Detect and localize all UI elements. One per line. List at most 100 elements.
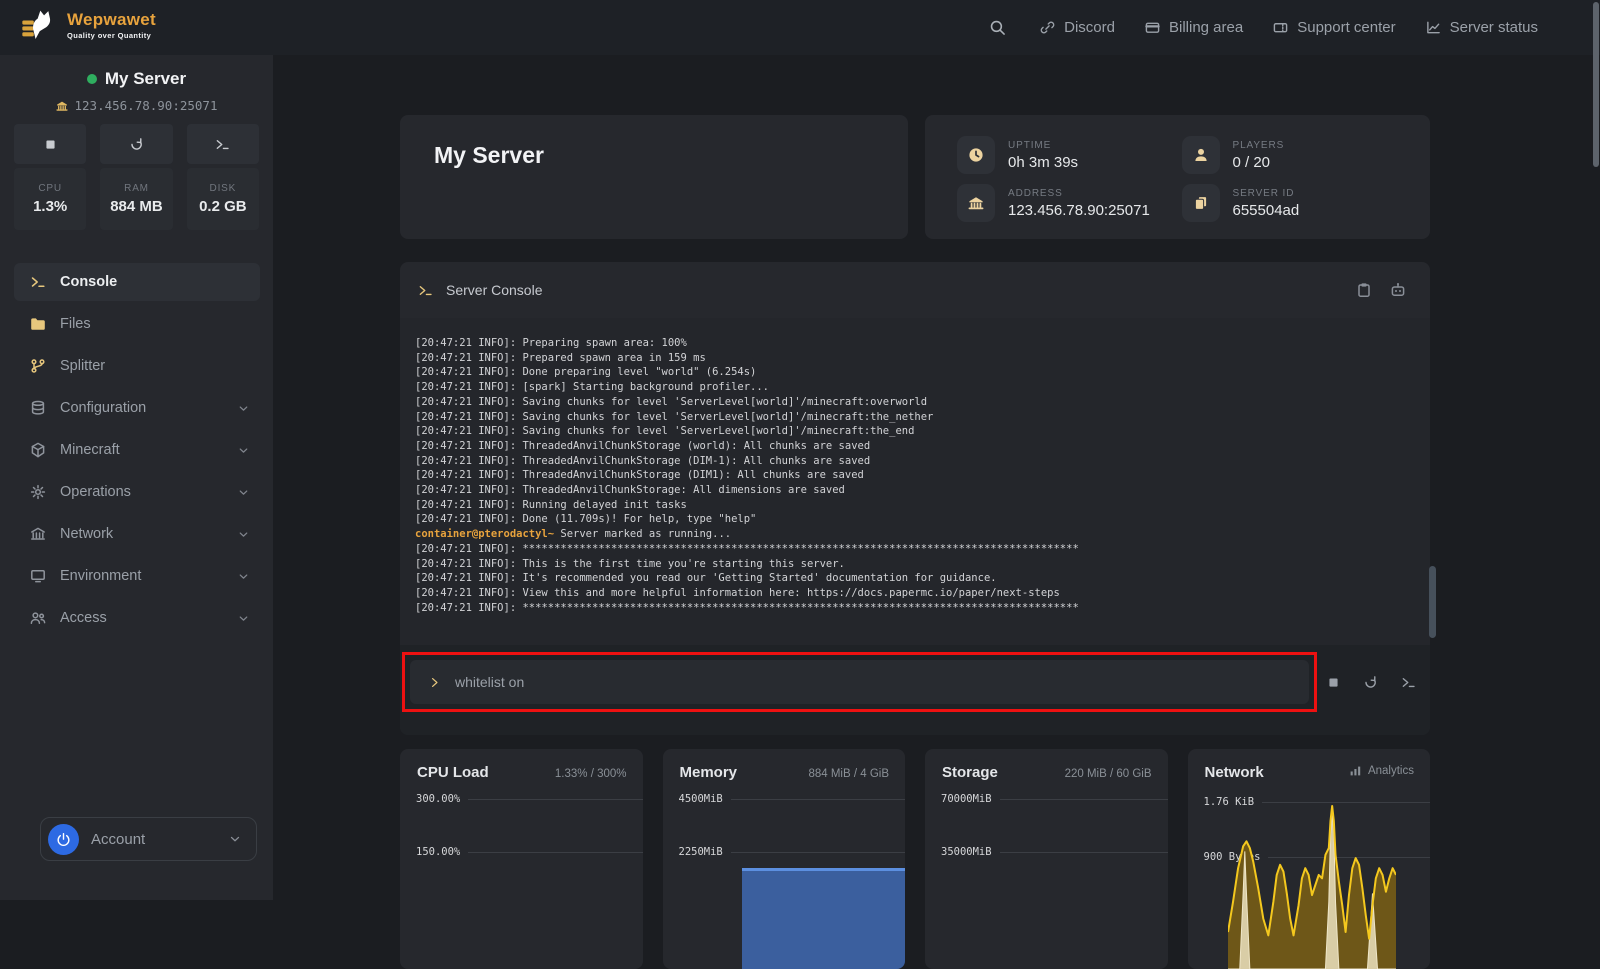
stop-server-button[interactable] <box>14 124 86 164</box>
console-line: [20:47:21 INFO]: Done (11.709s)! For hel… <box>415 512 1416 527</box>
y-tick: 2250MiB <box>679 846 906 858</box>
stop-server-button[interactable] <box>1325 674 1342 691</box>
sidebar-item-splitter[interactable]: Splitter <box>14 347 260 385</box>
analytics-link[interactable]: Analytics <box>1349 764 1414 777</box>
window-scrollbar-thumb[interactable] <box>1593 2 1599 167</box>
bank-icon <box>30 526 46 542</box>
console-log[interactable]: [20:47:21 INFO]: Preparing spawn area: 1… <box>400 318 1430 645</box>
stat-card-memory: Memory884 MiB / 4 GiB4500MiB2250MiB <box>663 749 906 969</box>
console-line: [20:47:21 INFO]: Saving chunks for level… <box>415 395 1416 410</box>
sidebar-item-minecraft[interactable]: Minecraft <box>14 431 260 469</box>
topnav-item-server-status[interactable]: Server status <box>1426 19 1538 36</box>
robot-icon <box>1390 282 1406 298</box>
restart-server-button[interactable] <box>1361 673 1380 692</box>
console-server-button[interactable] <box>187 124 259 164</box>
console-line: [20:47:21 INFO]: Done preparing level "w… <box>415 365 1416 380</box>
network-traffic-chart <box>1228 801 1396 969</box>
sidebar-item-environment[interactable]: Environment <box>14 557 260 595</box>
y-tick: 4500MiB <box>679 793 906 805</box>
user-icon <box>1182 136 1220 174</box>
account-label: Account <box>91 831 145 848</box>
sidebar-nav: Console Files Splitter Configuration Minecra… <box>14 263 260 641</box>
console-title: Server Console <box>446 282 543 298</box>
console-scrollbar-thumb[interactable] <box>1429 566 1436 638</box>
copy-log-button[interactable] <box>1354 280 1374 300</box>
console-line: [20:47:21 INFO]: This is the first time … <box>415 557 1416 572</box>
stat-card-network: NetworkAnalytics1.76 KiB900 Bytes <box>1188 749 1431 969</box>
topnav-item-support-center[interactable]: Support center <box>1273 19 1395 36</box>
info-address: ADDRESS123.456.78.90:25071 <box>957 183 1182 223</box>
users-icon <box>30 610 46 626</box>
y-tick: 150.00% <box>416 846 643 858</box>
main-content: My Server UPTIME0h 3m 39sPLAYERS0 / 20AD… <box>273 55 1600 900</box>
ai-assistant-button[interactable] <box>1388 280 1408 300</box>
y-tick: 70000MiB <box>941 793 1168 805</box>
sidebar-item-console[interactable]: Console <box>14 263 260 301</box>
bars-icon <box>1349 764 1362 777</box>
account-menu[interactable]: Account <box>40 817 257 861</box>
server-title-card: My Server <box>400 115 908 239</box>
server-stat-ram: RAM884 MB <box>100 168 172 230</box>
brand[interactable]: Wepwawet Quality over Quantity <box>20 9 156 41</box>
server-stat-disk: DISK0.2 GB <box>187 168 259 230</box>
card-icon <box>1145 20 1160 35</box>
sidebar-item-network[interactable]: Network <box>14 515 260 553</box>
sidebar-item-label: Operations <box>60 484 131 500</box>
card-title: Network <box>1205 764 1264 781</box>
console-line: [20:47:21 INFO]: Prepared spawn area in … <box>415 351 1416 366</box>
chevron-down-icon <box>237 486 250 499</box>
card-title: Storage <box>942 764 998 781</box>
sidebar-item-access[interactable]: Access <box>14 599 260 637</box>
card-title: CPU Load <box>417 764 489 781</box>
command-input[interactable] <box>455 674 1309 690</box>
console-footer <box>400 645 1430 735</box>
copy-icon <box>1182 184 1220 222</box>
info-server-id: SERVER ID655504ad <box>1182 183 1407 223</box>
card-title: Memory <box>680 764 738 781</box>
search-icon[interactable] <box>989 19 1006 36</box>
restart-icon <box>129 137 144 152</box>
chevron-down-icon <box>237 528 250 541</box>
y-tick: 35000MiB <box>941 846 1168 858</box>
terminal-icon <box>418 283 433 298</box>
console-line: [20:47:21 INFO]: [spark] Starting backgr… <box>415 380 1416 395</box>
command-input-box[interactable] <box>410 660 1309 704</box>
page-title: My Server <box>434 142 544 169</box>
sidebar-item-configuration[interactable]: Configuration <box>14 389 260 427</box>
bank-icon <box>56 100 68 112</box>
server-info-card: UPTIME0h 3m 39sPLAYERS0 / 20ADDRESS123.4… <box>925 115 1430 239</box>
card-current-value: 1.33% / 300% <box>555 768 627 780</box>
server-header: My Server 123.456.78.90:25071 <box>0 69 273 113</box>
restart-server-button[interactable] <box>100 124 172 164</box>
chevron-down-icon <box>228 832 242 846</box>
sidebar-item-label: Network <box>60 526 113 542</box>
link-icon <box>1040 20 1055 35</box>
cube-icon <box>30 442 46 458</box>
chevron-down-icon <box>237 444 250 457</box>
topnav: Discord Billing area Support center Server … <box>989 0 1538 55</box>
branch-icon <box>30 358 46 374</box>
card-current-value: 220 MiB / 60 GiB <box>1065 768 1152 780</box>
topnav-item-discord[interactable]: Discord <box>1040 19 1115 36</box>
server-name: My Server <box>105 69 186 89</box>
sidebar-item-label: Minecraft <box>60 442 120 458</box>
prompt-chevron-icon <box>428 676 441 689</box>
sidebar-item-files[interactable]: Files <box>14 305 260 343</box>
stat-cards-row: CPU Load 1.33% / 300% 300.00% 150.00% Memory… <box>400 749 1430 969</box>
chevron-down-icon <box>237 402 250 415</box>
terminal-icon <box>30 274 46 290</box>
info-players: PLAYERS0 / 20 <box>1182 135 1407 175</box>
sidebar-item-operations[interactable]: Operations <box>14 473 260 511</box>
stat-card-storage: Storage 220 MiB / 60 GiB 70000MiB 35000MiB <box>925 749 1168 969</box>
server-address[interactable]: 123.456.78.90:25071 <box>0 98 273 113</box>
folder-icon <box>30 316 46 332</box>
clock-icon <box>957 136 995 174</box>
console-header: Server Console <box>400 262 1430 318</box>
window-scrollbar[interactable] <box>1592 0 1600 900</box>
console-server-button[interactable] <box>1399 673 1418 692</box>
restart-icon <box>1363 675 1378 690</box>
topnav-item-billing-area[interactable]: Billing area <box>1145 19 1243 36</box>
sidebar-item-label: Files <box>60 316 91 332</box>
y-tick: 300.00% <box>416 793 643 805</box>
power-icon <box>48 824 79 855</box>
